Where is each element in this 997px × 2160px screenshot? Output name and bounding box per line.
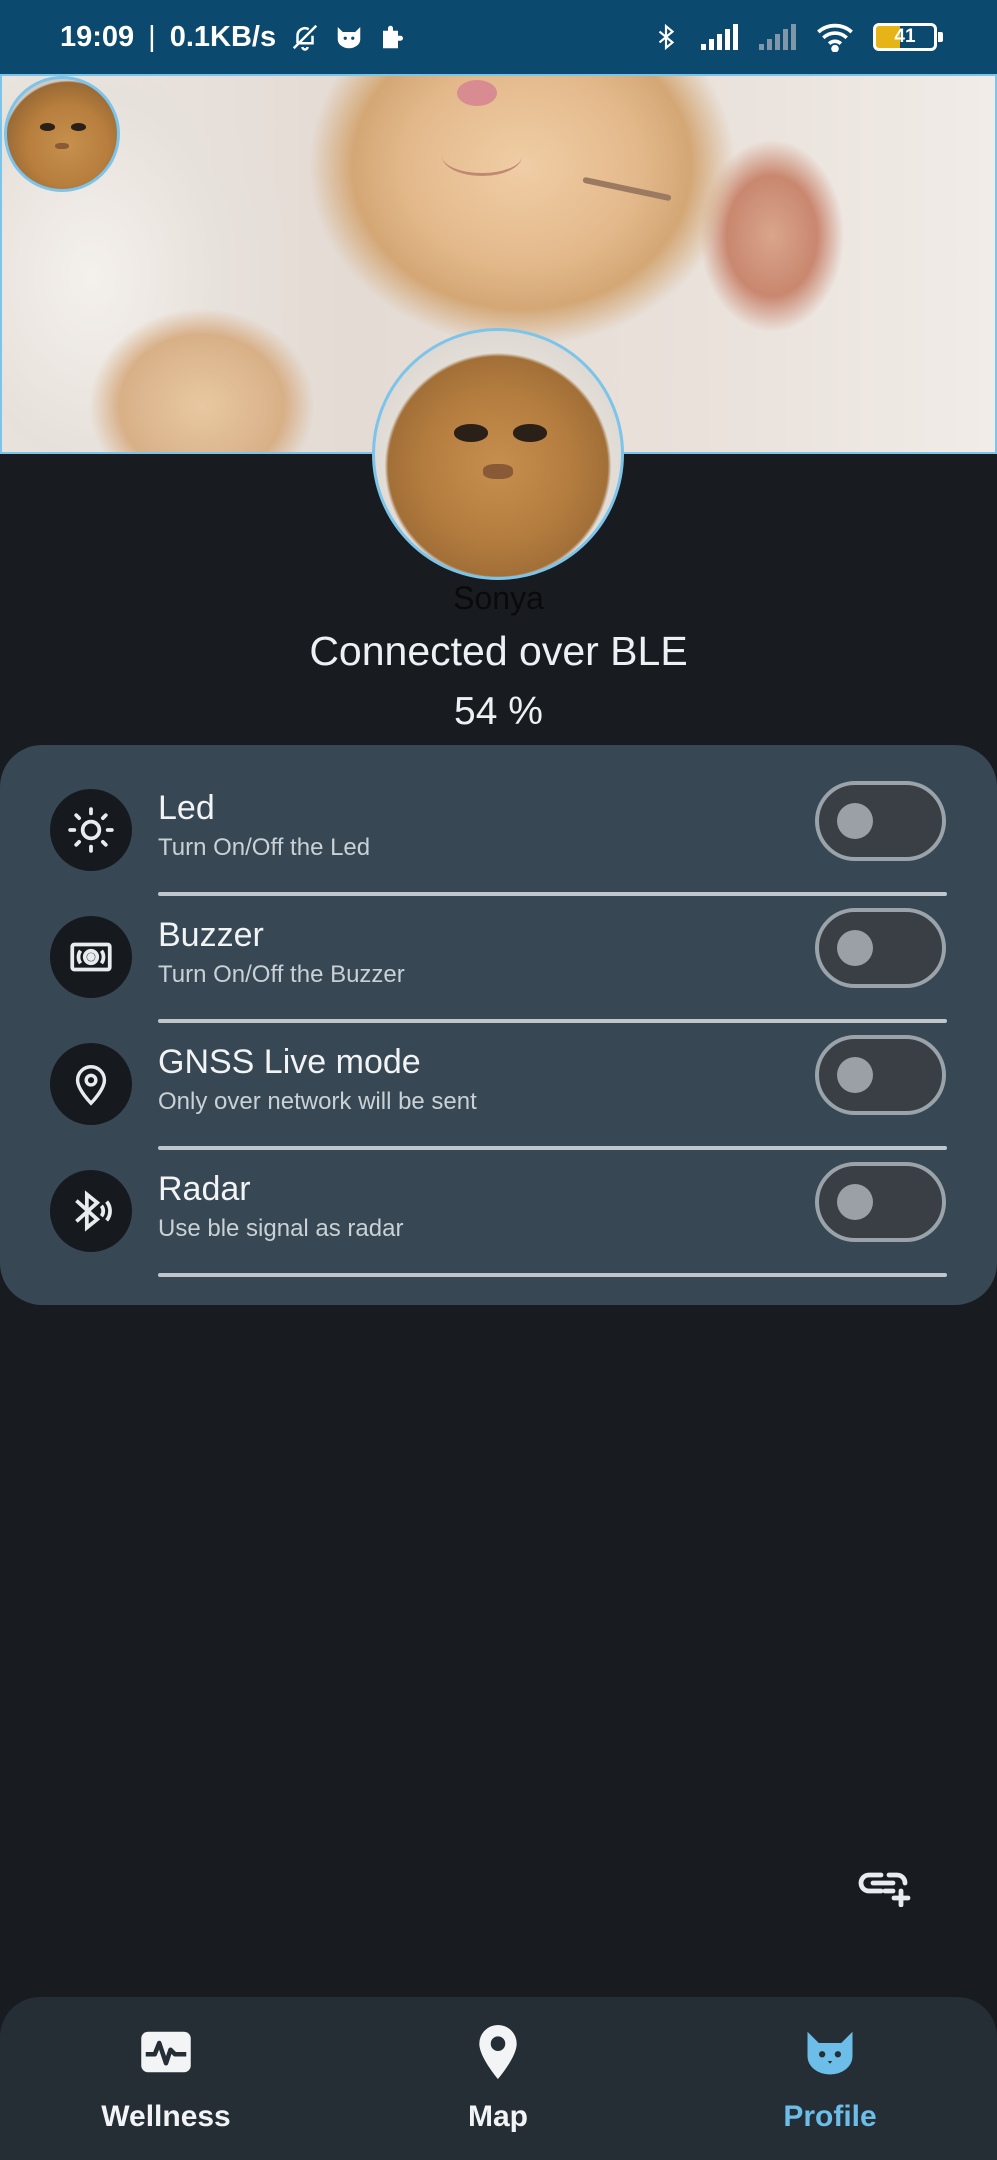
add-link-button[interactable] (855, 1862, 915, 1912)
pet-name: Sonya (453, 580, 544, 616)
nav-wellness[interactable]: Wellness (0, 1997, 332, 2160)
gnss-live-toggle[interactable] (815, 1035, 946, 1115)
setting-subtitle: Use ble signal as radar (158, 1215, 404, 1242)
nav-map[interactable]: Map (332, 1997, 664, 2160)
cat-icon (334, 22, 364, 52)
mini-avatar[interactable] (4, 76, 120, 192)
wifi-icon (815, 22, 855, 52)
signal-icon (699, 22, 739, 52)
heart-monitor-icon (136, 2024, 196, 2080)
bluetooth-radar-icon (50, 1170, 132, 1252)
status-time: 19:09 (60, 20, 135, 53)
pet-avatar[interactable] (372, 328, 624, 580)
setting-subtitle: Turn On/Off the Buzzer (158, 961, 405, 988)
setting-subtitle: Turn On/Off the Led (158, 834, 371, 861)
setting-title: Radar (158, 1170, 251, 1208)
divider (158, 892, 947, 896)
bottom-navigation: Wellness Map Profile (0, 1997, 997, 2160)
divider (158, 1273, 947, 1277)
setting-title: Buzzer (158, 916, 264, 954)
toggle-knob (837, 803, 873, 839)
connection-status: Connected over BLE (309, 628, 688, 674)
toggle-knob (837, 930, 873, 966)
toggle-knob (837, 1184, 873, 1220)
setting-row-radar: Radar Use ble signal as radar (0, 1162, 997, 1297)
buzzer-toggle[interactable] (815, 908, 946, 988)
status-bar: 19:09 | 0.1KB/s 41 (0, 0, 997, 74)
status-left: 19:09 | 0.1KB/s (60, 21, 408, 54)
nav-label: Profile (783, 2100, 877, 2133)
setting-row-buzzer: Buzzer Turn On/Off the Buzzer (0, 908, 997, 1043)
mini-avatar-eye (70, 123, 87, 131)
add-link-icon (858, 1872, 911, 1907)
status-speed: 0.1KB/s (169, 20, 277, 53)
mini-avatar-nose (55, 142, 69, 150)
mini-avatar-eye (40, 123, 56, 131)
cover-cat-nose (457, 80, 497, 106)
pet-avatar-eye (453, 424, 489, 442)
battery-level: 41 (894, 26, 916, 47)
radar-toggle[interactable] (815, 1162, 946, 1242)
nav-label: Map (468, 2100, 528, 2133)
battery-icon: 41 (873, 23, 943, 51)
setting-subtitle: Only over network will be sent (158, 1088, 477, 1115)
device-settings-card: Led Turn On/Off the Led Buzzer Turn On/O… (0, 745, 997, 1305)
device-battery-percent: 54 % (454, 690, 543, 733)
location-pin-icon (50, 1043, 132, 1125)
signal-off-icon (757, 22, 797, 52)
setting-title: Led (158, 789, 215, 827)
cover-cat-mouth (442, 136, 522, 176)
bluetooth-icon (651, 22, 681, 52)
puzzle-icon (378, 22, 408, 52)
brightness-icon (50, 789, 132, 871)
status-right: 41 (651, 22, 943, 52)
divider (158, 1146, 947, 1150)
nav-label: Wellness (101, 2100, 231, 2133)
setting-row-led: Led Turn On/Off the Led (0, 781, 997, 916)
cover-cat-eye (582, 176, 672, 202)
status-separator: | (148, 20, 156, 53)
setting-row-gnss: GNSS Live mode Only over network will be… (0, 1035, 997, 1170)
speaker-icon (50, 916, 132, 998)
led-toggle[interactable] (815, 781, 946, 861)
setting-title: GNSS Live mode (158, 1043, 421, 1081)
divider (158, 1019, 947, 1023)
cat-icon (800, 2024, 860, 2080)
nav-profile[interactable]: Profile (664, 1997, 996, 2160)
pet-avatar-nose (483, 463, 513, 479)
location-pin-icon (468, 2024, 528, 2080)
pet-avatar-eye (512, 424, 548, 442)
toggle-knob (837, 1057, 873, 1093)
bell-off-icon (290, 22, 320, 52)
